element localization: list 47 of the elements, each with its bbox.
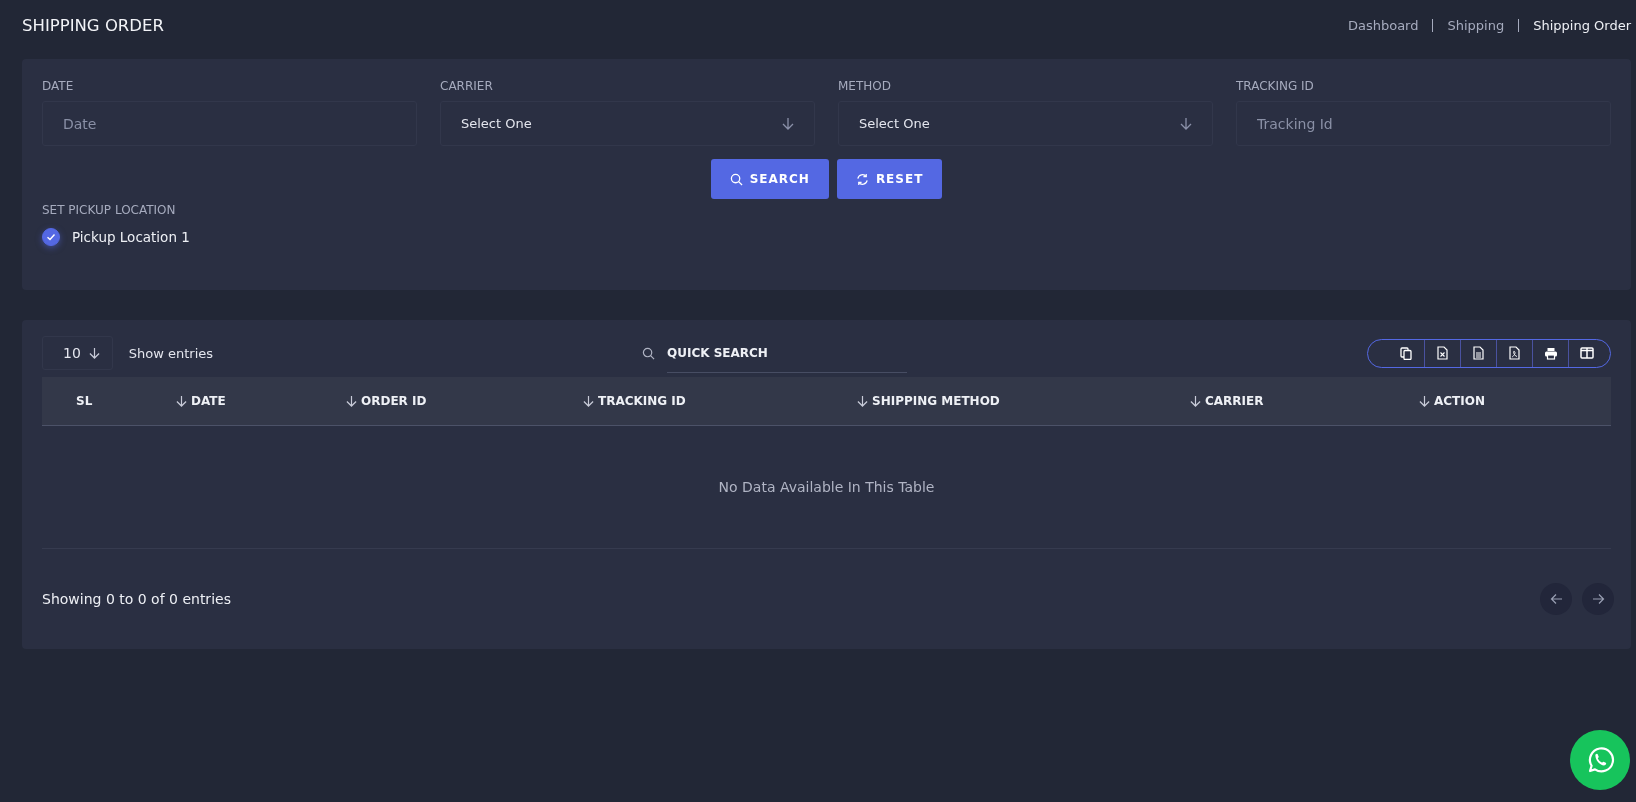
column-header[interactable]: DATE xyxy=(142,377,312,425)
field-label: METHOD xyxy=(838,79,892,93)
sort-arrow-icon xyxy=(583,395,594,407)
sort-arrow-icon xyxy=(176,395,187,407)
column-header[interactable]: ORDER ID xyxy=(312,377,549,425)
sort-arrow-icon xyxy=(857,395,868,407)
sort-arrow-icon xyxy=(1190,395,1201,407)
arrow-down-icon xyxy=(1180,117,1192,130)
show-entries-label: Show entries xyxy=(128,345,214,361)
previous-page-button[interactable] xyxy=(1540,583,1572,615)
chat-button[interactable] xyxy=(1570,730,1630,790)
field-label: CARRIER xyxy=(440,79,494,93)
search-icon xyxy=(729,172,743,186)
field-label: TRACKING ID xyxy=(1236,79,1315,93)
refresh-icon xyxy=(855,172,869,186)
empty-message: No Data Available In This Table xyxy=(718,479,935,495)
field-label: DATE xyxy=(42,79,75,93)
column-header[interactable]: TRACKING ID xyxy=(549,377,823,425)
sort-arrow-icon xyxy=(346,395,357,407)
column-header[interactable]: SHIPPING METHOD xyxy=(823,377,1156,425)
breadcrumb-link[interactable]: Shipping Order xyxy=(1533,17,1631,33)
arrow-down-icon xyxy=(782,117,794,130)
next-page-button[interactable] xyxy=(1582,583,1614,615)
arrow-right-icon xyxy=(1591,593,1605,605)
action-button[interactable]: SEARCH xyxy=(710,159,829,199)
action-button[interactable]: RESET xyxy=(836,159,943,199)
select-field[interactable]: Select One xyxy=(838,101,1213,146)
checkbox[interactable] xyxy=(42,228,60,246)
column-header[interactable]: CARRIER xyxy=(1156,377,1385,425)
select-field[interactable]: Select One xyxy=(440,101,815,146)
page-title: SHIPPING ORDER xyxy=(22,15,164,35)
column-header[interactable]: ACTION xyxy=(1385,377,1611,425)
arrow-down-icon xyxy=(88,347,100,359)
input-field[interactable]: Tracking Id xyxy=(1236,101,1611,146)
breadcrumb-link[interactable]: Shipping xyxy=(1447,17,1505,33)
input-field[interactable]: Date xyxy=(42,101,417,146)
entries-info: Showing 0 to 0 of 0 entries xyxy=(42,591,231,607)
quick-search-field[interactable]: QUICK SEARCH xyxy=(667,333,907,373)
section-label: SET PICKUP LOCATION xyxy=(42,203,176,217)
page-size-select[interactable]: 10 xyxy=(42,336,113,370)
sort-arrow-icon xyxy=(1419,395,1430,407)
column-header[interactable]: SL xyxy=(42,377,142,425)
checkbox-label: Pickup Location 1 xyxy=(72,229,190,245)
breadcrumb-link[interactable]: Dashboard xyxy=(1347,17,1419,33)
arrow-left-icon xyxy=(1549,593,1563,605)
search-icon xyxy=(642,346,655,360)
checkmark-icon xyxy=(46,232,56,242)
